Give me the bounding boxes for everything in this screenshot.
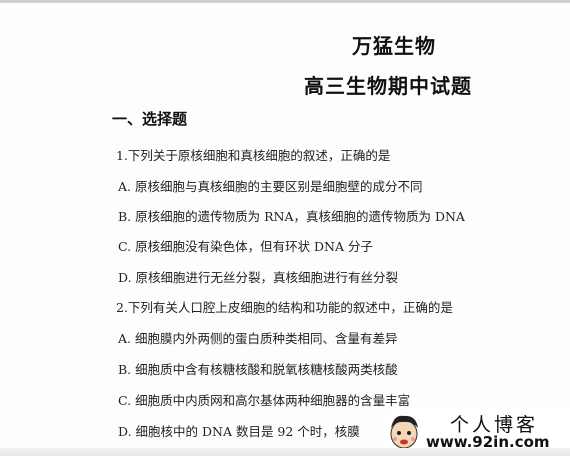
exam-title: 高三生物期中试题 — [304, 74, 472, 98]
question-2-stem: 2.下列有关人口腔上皮细胞的结构和功能的叙述中，正确的是 — [116, 300, 453, 315]
cartoon-face-icon — [390, 415, 418, 449]
question-1-stem: 1.下列关于原核细胞和真核细胞的叙述，正确的是 — [116, 148, 391, 163]
section-heading: 一、选择题 — [112, 110, 188, 128]
question-2-option-b: B. 细胞质中含有核糖核酸和脱氧核糖核酸两类核酸 — [118, 362, 398, 377]
question-1-option-c: C. 原核细胞没有染色体，但有环状 DNA 分子 — [118, 239, 373, 254]
school-name: 万猛生物 — [352, 34, 436, 58]
question-1-option-b: B. 原核细胞的遗传物质为 RNA，真核细胞的遗传物质为 DNA — [118, 209, 465, 224]
question-1-option-d: D. 原核细胞进行无丝分裂，真核细胞进行有丝分裂 — [118, 270, 399, 285]
bottom-edge — [0, 448, 570, 456]
top-border — [0, 0, 570, 3]
document-page: 万猛生物 高三生物期中试题 一、选择题 1.下列关于原核细胞和真核细胞的叙述，正… — [0, 0, 570, 456]
question-2-option-c: C. 细胞质中内质网和高尔基体两种细胞器的含量丰富 — [118, 393, 411, 408]
question-1-option-a: A. 原核细胞与真核细胞的主要区别是细胞壁的成分不同 — [118, 179, 423, 194]
question-2-option-d: D. 细胞核中的 DNA 数目是 92 个时，核膜 — [118, 424, 360, 439]
question-2-option-a: A. 细胞膜内外两侧的蛋白质种类相同、含量有差异 — [118, 331, 398, 346]
